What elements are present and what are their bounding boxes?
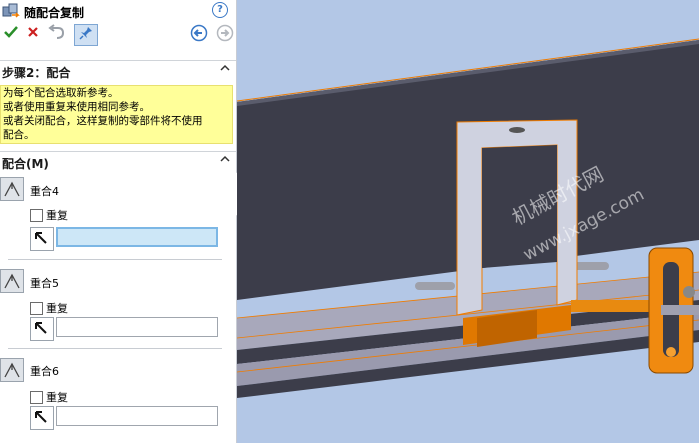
repeat-checkbox[interactable] (30, 302, 43, 315)
reference-selection-box[interactable] (56, 317, 218, 337)
divider (8, 348, 222, 349)
close-icon[interactable] (22, 24, 44, 44)
divider (8, 259, 222, 260)
copy-with-mates-icon (2, 3, 20, 22)
message-line: 为每个配合选取新参考。 (3, 87, 119, 99)
repeat-label: 重复 (46, 209, 68, 222)
mate-name: 重合6 (30, 365, 59, 378)
collapse-icon[interactable] (219, 153, 231, 168)
panel-toolbar (0, 24, 236, 46)
undo-icon[interactable] (46, 24, 68, 44)
repeat-label: 重复 (46, 302, 68, 315)
next-arrow-icon (214, 24, 236, 44)
panel-title: 随配合复制 (24, 6, 85, 20)
flip-direction-icon[interactable] (30, 317, 54, 341)
collapse-icon[interactable] (219, 62, 231, 77)
coincident-mate-icon (0, 177, 24, 201)
message-line: 或者关闭配合，这样复制的零部件将不使用 (3, 115, 203, 127)
coincident-mate-icon (0, 358, 24, 382)
mate-name: 重合5 (30, 277, 59, 290)
panel-title-bar: 随配合复制 ? (0, 0, 236, 22)
graphics-viewport[interactable]: 机械时代网 www.jxage.com (237, 0, 699, 443)
mates-title: 配合(M) (2, 157, 49, 171)
mate-name: 重合4 (30, 185, 59, 198)
mates-section-header[interactable]: 配合(M) (0, 151, 236, 171)
flip-direction-icon[interactable] (30, 406, 54, 430)
coincident-mate-icon (0, 269, 24, 293)
instruction-message: 为每个配合选取新参考。 或者使用重复来使用相同参考。 或者关闭配合，这样复制的零… (0, 85, 233, 144)
flip-direction-icon[interactable] (30, 227, 54, 251)
message-line: 配合。 (3, 129, 35, 141)
property-manager-panel: 随配合复制 ? 步骤2：配合 为每个配合选取新参考。 或者使用重复来使用相同参考… (0, 0, 237, 443)
3d-model-scene (237, 0, 699, 443)
reference-selection-box[interactable] (56, 406, 218, 426)
back-arrow-icon[interactable] (188, 24, 210, 44)
repeat-checkbox[interactable] (30, 209, 43, 222)
step-title: 步骤2：配合 (2, 66, 71, 80)
help-icon[interactable]: ? (212, 2, 228, 18)
repeat-checkbox[interactable] (30, 391, 43, 404)
step-section-header[interactable]: 步骤2：配合 (0, 60, 236, 80)
message-line: 或者使用重复来使用相同参考。 (3, 101, 150, 113)
reference-selection-box[interactable] (56, 227, 218, 247)
check-icon[interactable] (0, 24, 22, 44)
repeat-label: 重复 (46, 391, 68, 404)
pushpin-icon[interactable] (74, 24, 98, 46)
